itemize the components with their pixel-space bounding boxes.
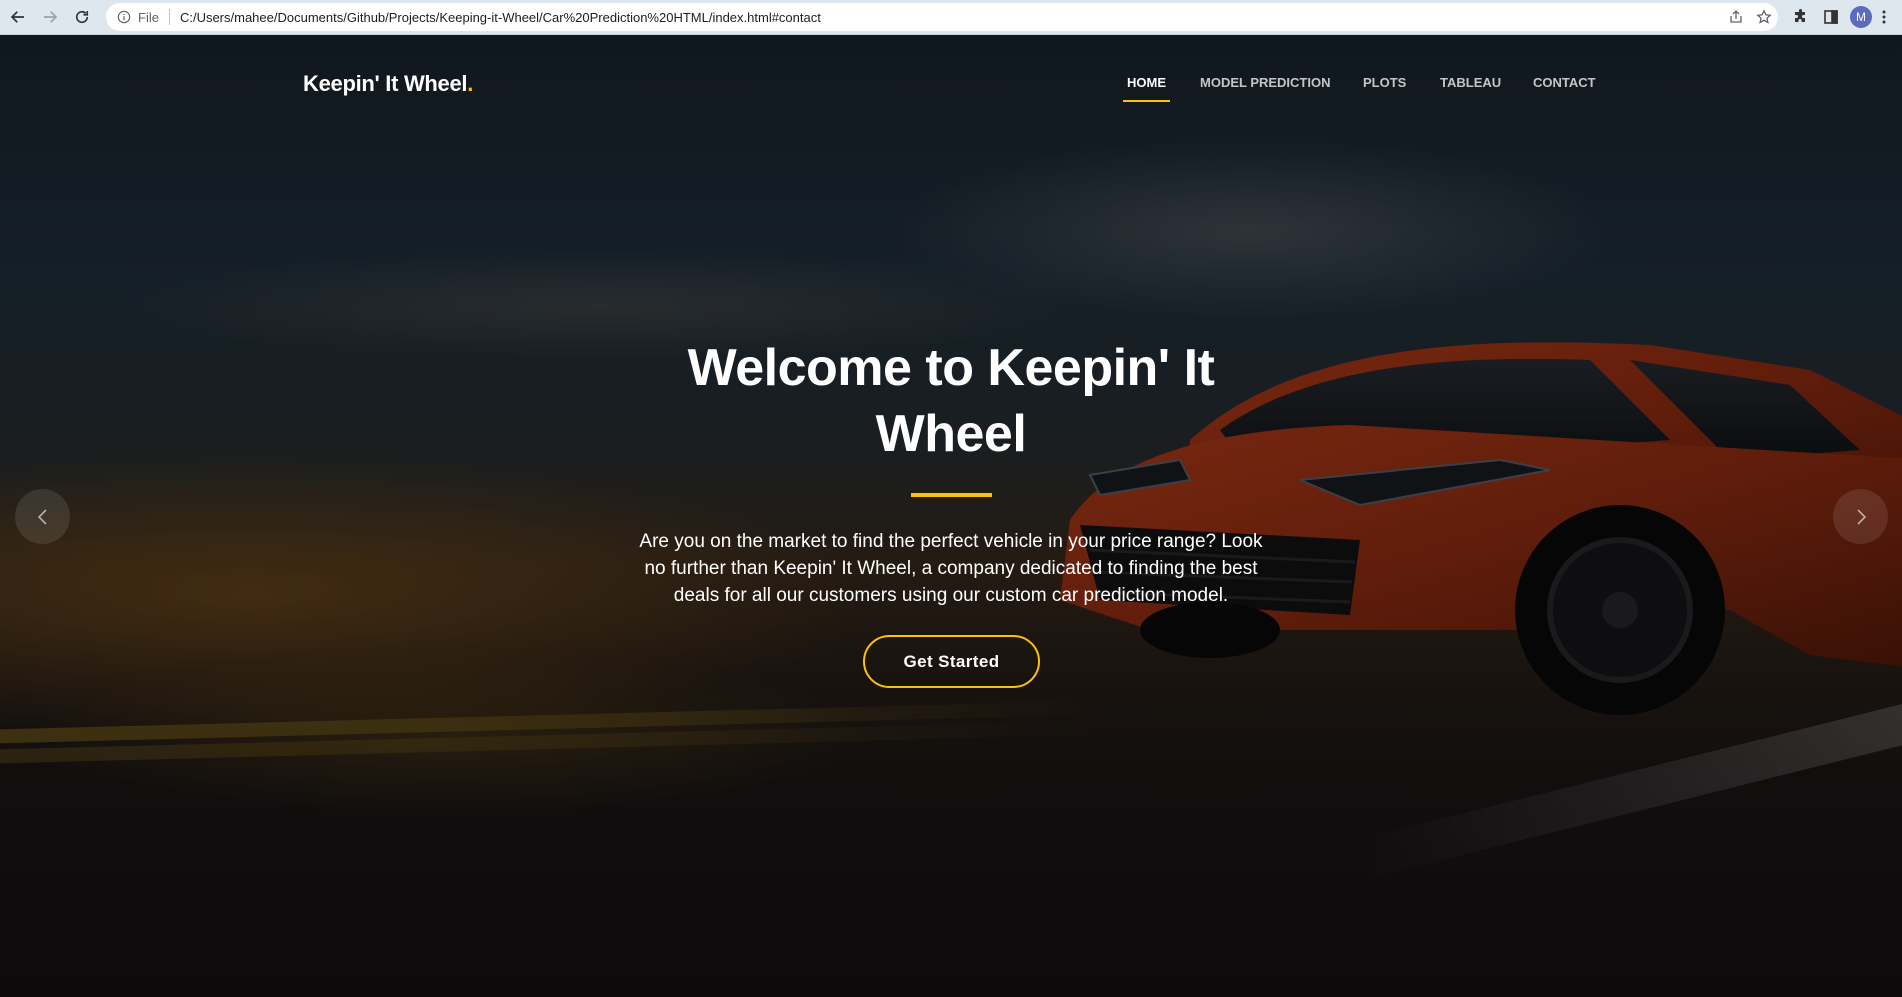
sidepanel-icon[interactable] bbox=[1816, 2, 1846, 32]
nav-plots[interactable]: PLOTS bbox=[1363, 75, 1406, 96]
site-logo[interactable]: Keepin' It Wheel. bbox=[303, 71, 473, 97]
hero-overlay bbox=[0, 35, 1902, 997]
nav-model-prediction[interactable]: MODEL PREDICTION bbox=[1200, 75, 1331, 96]
omnibox-separator bbox=[168, 9, 170, 25]
logo-dot: . bbox=[467, 71, 474, 96]
forward-icon[interactable] bbox=[36, 3, 64, 31]
hero-divider bbox=[911, 493, 992, 497]
get-started-button[interactable]: Get Started bbox=[863, 635, 1040, 688]
hero-title-line1: Welcome to Keepin' It bbox=[687, 339, 1215, 397]
nav-home[interactable]: HOME bbox=[1123, 75, 1170, 102]
logo-text: Keepin' It Wheel bbox=[303, 71, 468, 96]
hero-title-line2: Wheel bbox=[875, 405, 1027, 463]
nav-tableau[interactable]: TABLEAU bbox=[1440, 75, 1501, 96]
extensions-icon[interactable] bbox=[1786, 2, 1816, 32]
back-icon[interactable] bbox=[4, 3, 32, 31]
hero-title: Welcome to Keepin' It Wheel bbox=[651, 335, 1251, 467]
carousel-next-button[interactable] bbox=[1833, 489, 1888, 544]
star-icon[interactable] bbox=[1750, 3, 1778, 31]
info-icon[interactable] bbox=[116, 9, 132, 25]
profile-avatar[interactable]: M bbox=[1850, 6, 1872, 28]
browser-toolbar: File C:/Users/mahee/Documents/Github/Pro… bbox=[0, 0, 1902, 35]
reload-icon[interactable] bbox=[68, 3, 96, 31]
nav-contact[interactable]: CONTACT bbox=[1533, 75, 1596, 96]
chevron-left-icon bbox=[37, 508, 47, 525]
share-icon[interactable] bbox=[1722, 3, 1750, 31]
url-text[interactable]: C:/Users/mahee/Documents/Github/Projects… bbox=[180, 10, 1722, 25]
file-label: File bbox=[138, 9, 159, 25]
menu-icon[interactable] bbox=[1876, 2, 1892, 32]
site-header: Keepin' It Wheel. HOME MODEL PREDICTION … bbox=[0, 35, 1902, 135]
address-bar[interactable]: File C:/Users/mahee/Documents/Github/Pro… bbox=[106, 3, 1778, 31]
hero-description: Are you on the market to find the perfec… bbox=[639, 531, 1263, 606]
hero-section bbox=[0, 35, 1902, 997]
carousel-prev-button[interactable] bbox=[15, 489, 70, 544]
chevron-right-icon bbox=[1856, 508, 1866, 525]
